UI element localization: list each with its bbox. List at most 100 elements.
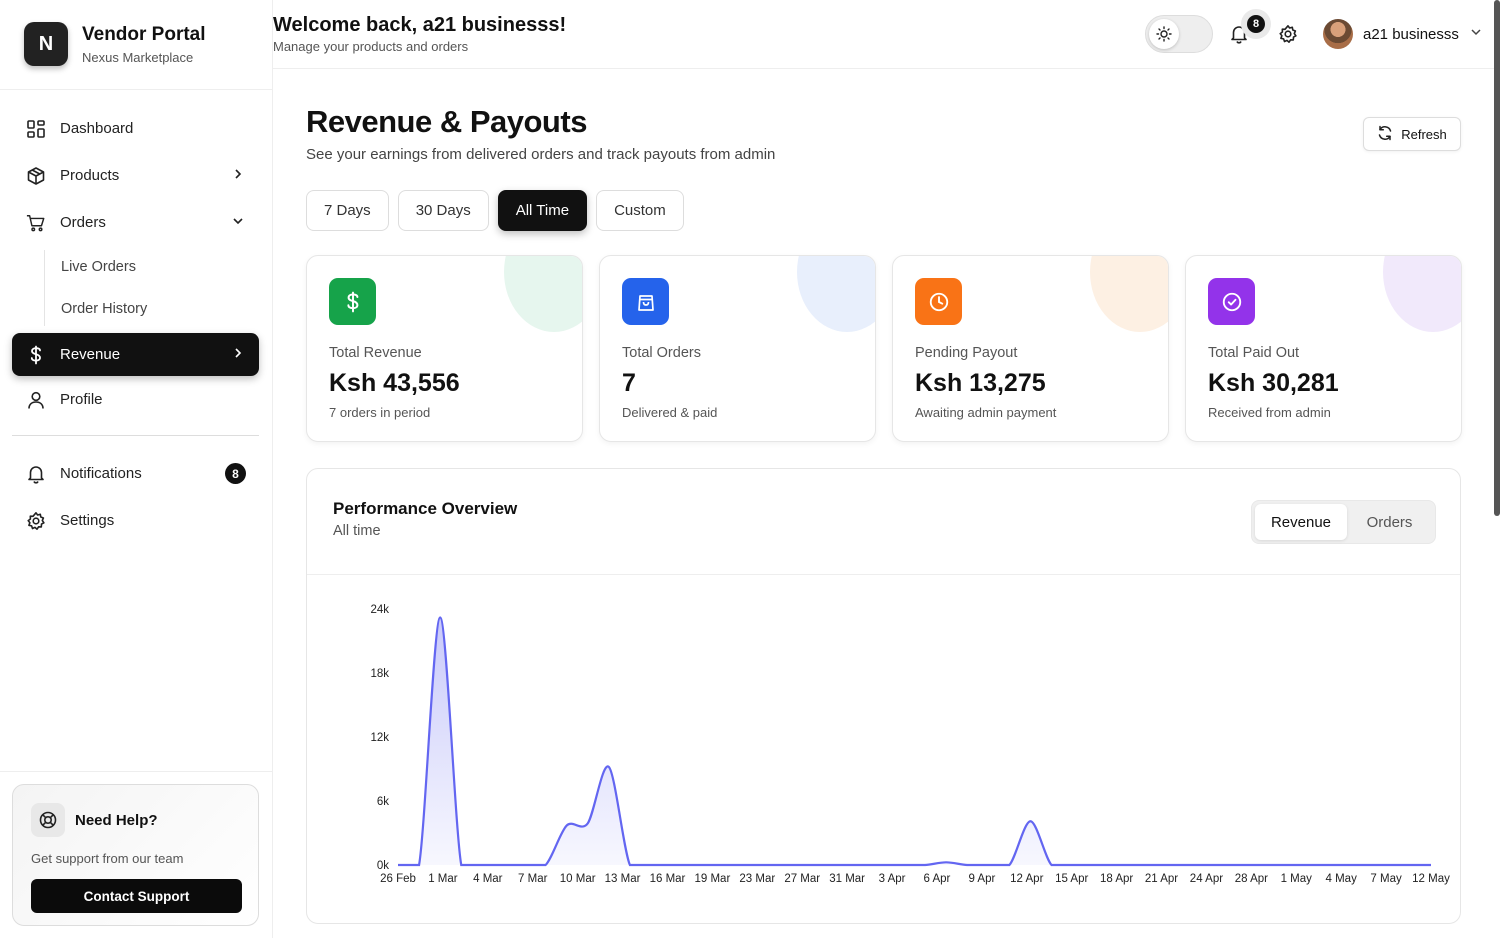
- welcome-title: Welcome back, a21 businesss!: [273, 14, 567, 36]
- gear-icon: [26, 511, 46, 531]
- x-tick-label: 23 Mar: [739, 873, 775, 885]
- sidebar-divider: [0, 771, 273, 772]
- x-tick-label: 9 Apr: [968, 873, 995, 885]
- filter-7-days[interactable]: 7 Days: [306, 190, 389, 231]
- x-tick-label: 27 Mar: [784, 873, 820, 885]
- card-label: Total Revenue: [329, 345, 422, 361]
- dollar-icon: [329, 278, 376, 325]
- x-tick-label: 12 May: [1412, 873, 1450, 885]
- card-note: Received from admin: [1208, 405, 1331, 420]
- filter-30-days[interactable]: 30 Days: [397, 190, 489, 231]
- x-tick-label: 24 Apr: [1190, 873, 1223, 885]
- notification-badge: 8: [1241, 9, 1271, 39]
- sidebar-item-products[interactable]: Products: [12, 152, 259, 199]
- help-card: Need Help? Get support from our team Con…: [12, 784, 259, 926]
- card-decoration: [1383, 256, 1461, 332]
- notifications-count-badge: 8: [225, 463, 246, 484]
- card-note: 7 orders in period: [329, 405, 431, 420]
- user-icon: [26, 390, 46, 410]
- y-tick-label: 24k: [370, 604, 389, 616]
- x-tick-label: 26 Feb: [380, 873, 416, 885]
- x-tick-label: 12 Apr: [1010, 873, 1043, 885]
- sidebar-item-label: Settings: [60, 512, 115, 529]
- time-filters: 7 Days 30 Days All Time Custom: [306, 190, 684, 231]
- chevron-down-icon: [231, 214, 245, 232]
- sidebar-nav: Dashboard Products Orders Live Orders Or…: [12, 105, 259, 544]
- card-value: Ksh 13,275: [915, 369, 1046, 397]
- sidebar-item-label: Profile: [60, 391, 103, 408]
- page-title: Revenue & Payouts: [306, 104, 587, 139]
- sidebar-item-dashboard[interactable]: Dashboard: [12, 105, 259, 152]
- stat-card-total-paid-out: Total Paid Out Ksh 30,281 Received from …: [1185, 255, 1462, 442]
- sidebar-item-revenue[interactable]: Revenue: [12, 333, 259, 376]
- brand[interactable]: N Vendor Portal Nexus Marketplace: [24, 22, 206, 66]
- revenue-series-line[interactable]: [397, 616, 1431, 867]
- page-scrollbar[interactable]: [1494, 0, 1500, 516]
- y-tick-label: 12k: [370, 732, 389, 744]
- page-subtitle: See your earnings from delivered orders …: [306, 146, 776, 163]
- sun-icon: [1149, 19, 1179, 49]
- refresh-button[interactable]: Refresh: [1363, 117, 1461, 151]
- x-tick-label: 4 Mar: [473, 873, 503, 885]
- sidebar-item-live-orders[interactable]: Live Orders: [12, 246, 259, 288]
- sidebar: N Vendor Portal Nexus Marketplace Dashbo…: [0, 0, 273, 938]
- revenue-area-fill: [398, 617, 1431, 865]
- card-value: Ksh 30,281: [1208, 369, 1339, 397]
- shopping-bag-icon: [622, 278, 669, 325]
- x-tick-label: 15 Apr: [1055, 873, 1088, 885]
- user-menu[interactable]: a21 businesss: [1323, 19, 1483, 49]
- lifebuoy-icon: [31, 803, 65, 837]
- user-name: a21 businesss: [1363, 25, 1459, 43]
- card-value: 7: [622, 369, 636, 397]
- theme-toggle[interactable]: [1145, 15, 1213, 53]
- orders-submenu: Live Orders Order History: [12, 246, 259, 330]
- sidebar-item-order-history[interactable]: Order History: [12, 288, 259, 330]
- sidebar-item-label: Products: [60, 167, 120, 184]
- sidebar-item-profile[interactable]: Profile: [12, 376, 259, 423]
- x-tick-label: 21 Apr: [1145, 873, 1178, 885]
- sidebar-item-settings[interactable]: Settings: [12, 497, 259, 544]
- help-title: Need Help?: [75, 811, 158, 829]
- x-tick-label: 18 Apr: [1100, 873, 1133, 885]
- sidebar-item-label: Orders: [60, 214, 106, 231]
- stat-card-total-orders: Total Orders 7 Delivered & paid: [599, 255, 876, 442]
- chevron-right-icon: [231, 167, 245, 185]
- filter-all-time[interactable]: All Time: [497, 190, 588, 231]
- x-tick-label: 7 May: [1370, 873, 1402, 885]
- stat-card-total-revenue: Total Revenue Ksh 43,556 7 orders in per…: [306, 255, 583, 442]
- card-value: Ksh 43,556: [329, 369, 460, 397]
- welcome-subtitle: Manage your products and orders: [273, 39, 469, 54]
- avatar: [1323, 19, 1353, 49]
- refresh-label: Refresh: [1401, 126, 1447, 142]
- y-tick-label: 0k: [377, 860, 389, 872]
- x-tick-label: 6 Apr: [924, 873, 951, 885]
- card-label: Total Paid Out: [1208, 345, 1300, 361]
- chevron-down-icon: [1469, 25, 1483, 44]
- y-tick-label: 6k: [377, 796, 389, 808]
- sidebar-item-notifications[interactable]: Notifications 8: [12, 450, 259, 497]
- sidebar-item-orders[interactable]: Orders: [12, 199, 259, 246]
- stat-cards: Total Revenue Ksh 43,556 7 orders in per…: [306, 255, 1462, 442]
- top-header: Welcome back, a21 businesss! Manage your…: [273, 0, 1500, 69]
- sidebar-item-label: Dashboard: [60, 120, 134, 137]
- brand-logo: N: [24, 22, 68, 66]
- performance-overview-panel: Performance Overview All time Revenue Or…: [306, 468, 1461, 924]
- gear-icon[interactable]: [1278, 24, 1298, 49]
- card-note: Awaiting admin payment: [915, 405, 1057, 420]
- cart-icon: [26, 213, 46, 233]
- sidebar-divider: [0, 89, 273, 90]
- x-tick-label: 4 May: [1326, 873, 1358, 885]
- card-label: Pending Payout: [915, 345, 1018, 361]
- contact-support-button[interactable]: Contact Support: [31, 879, 242, 913]
- x-tick-label: 19 Mar: [694, 873, 730, 885]
- sidebar-item-label: Revenue: [60, 346, 121, 363]
- x-tick-label: 16 Mar: [650, 873, 686, 885]
- filter-custom[interactable]: Custom: [596, 190, 684, 231]
- refresh-icon: [1377, 125, 1393, 144]
- dollar-icon: [26, 345, 46, 365]
- brand-name: Vendor Portal: [82, 23, 206, 45]
- sidebar-separator: [12, 435, 259, 436]
- card-decoration: [797, 256, 875, 332]
- x-tick-label: 1 Mar: [428, 873, 458, 885]
- help-text: Get support from our team: [31, 851, 184, 866]
